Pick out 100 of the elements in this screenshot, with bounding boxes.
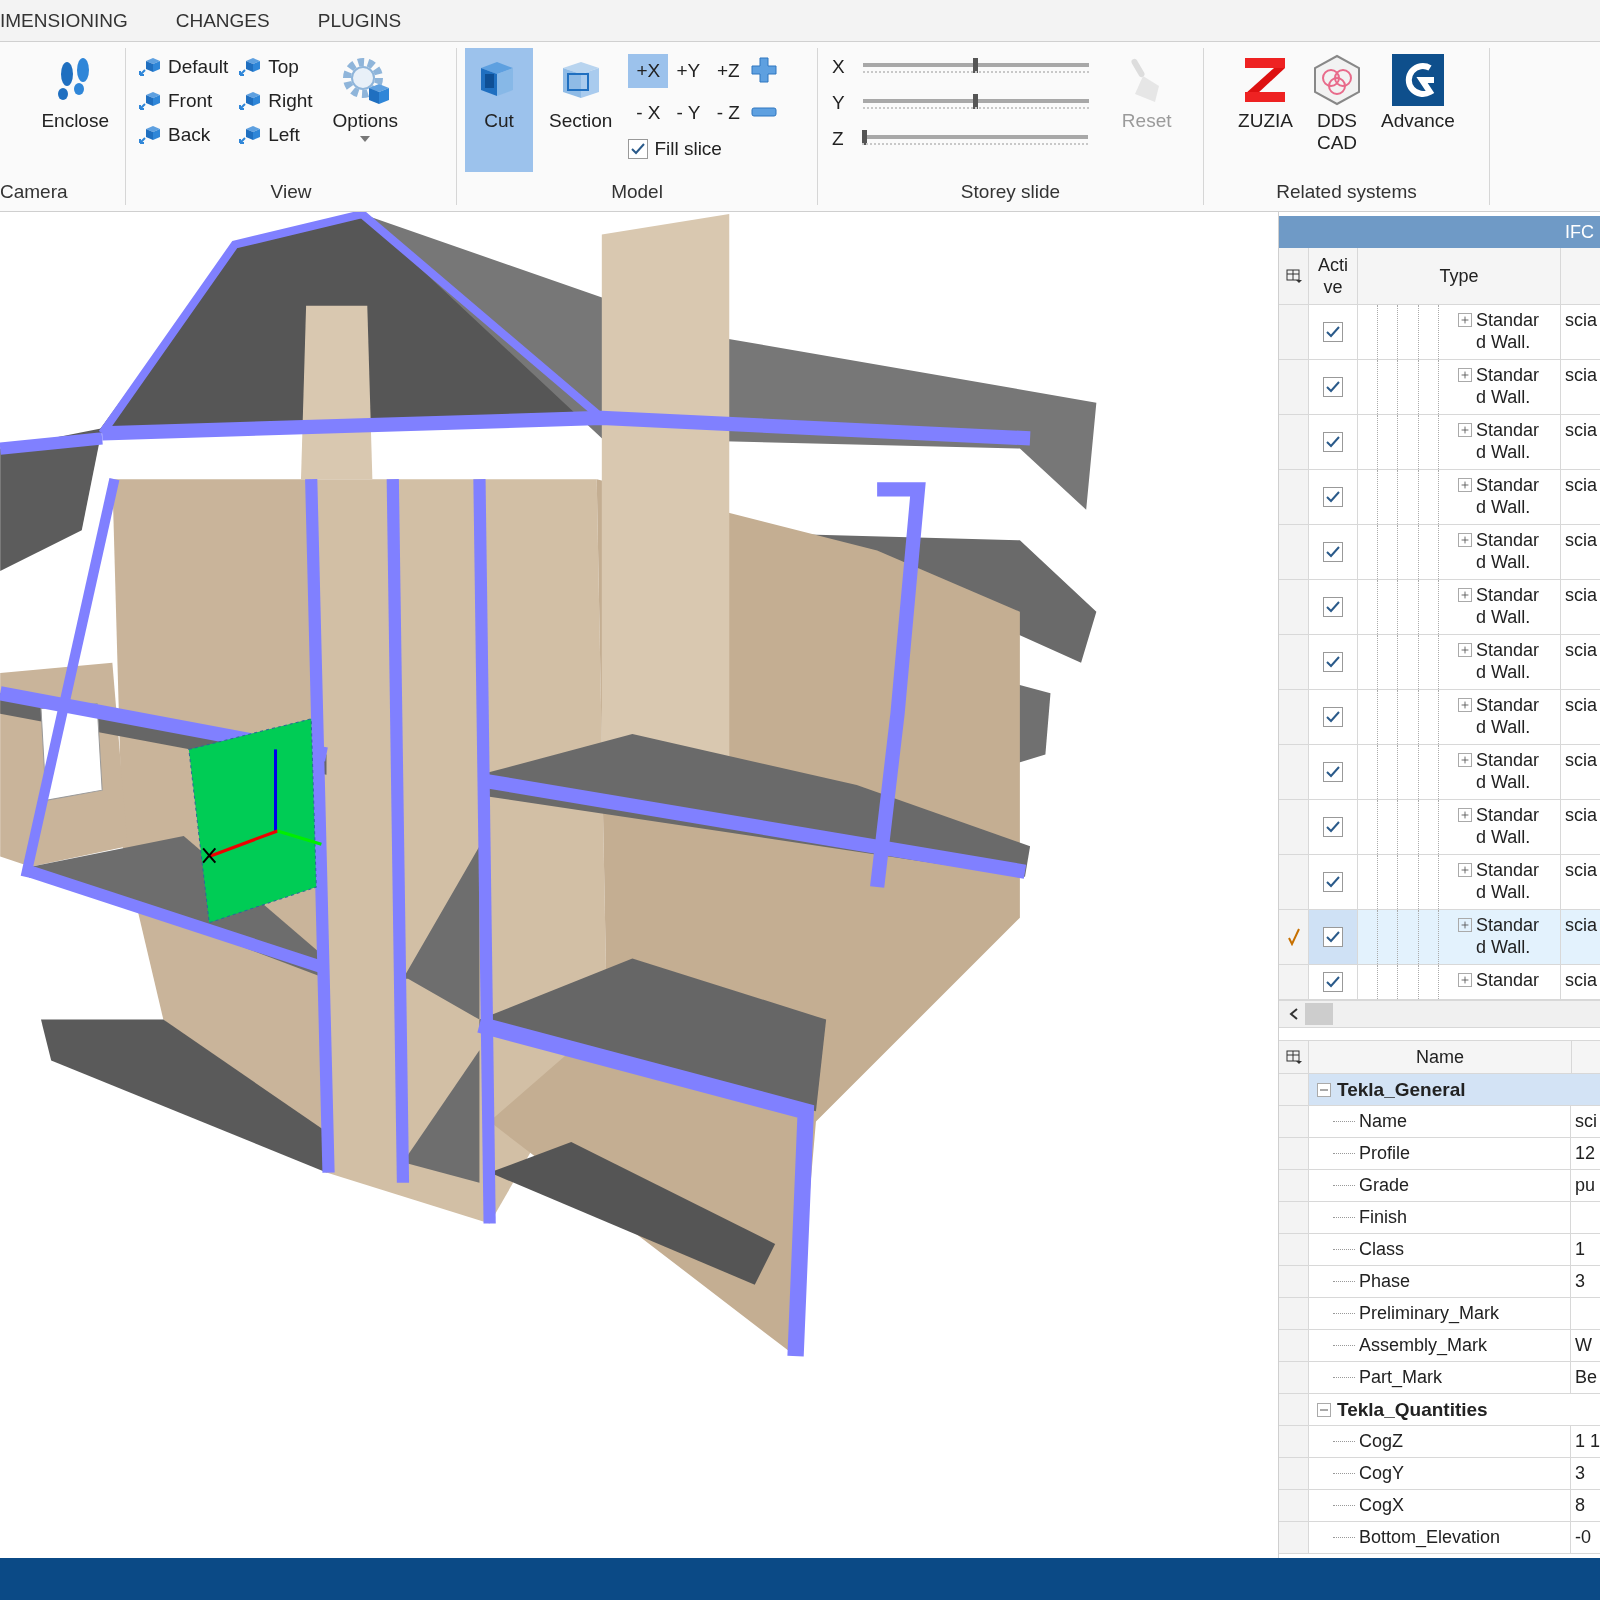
- property-value: 12: [1575, 1143, 1596, 1164]
- table-row[interactable]: Standard Wall. scia: [1279, 635, 1600, 690]
- active-checkbox[interactable]: [1323, 377, 1343, 397]
- cube-icon: [138, 55, 162, 79]
- table-cell-text: scia: [1564, 639, 1598, 662]
- menu-tab[interactable]: PLUGINS: [293, 9, 426, 32]
- table-row[interactable]: Standard Wall. scia: [1279, 745, 1600, 800]
- active-checkbox[interactable]: [1323, 597, 1343, 617]
- app-button[interactable]: DDS CAD: [1304, 48, 1369, 172]
- axis-label: X: [832, 56, 845, 78]
- fill-slice-checkbox[interactable]: [628, 139, 649, 159]
- table-row[interactable]: Standard Wall. scia: [1279, 305, 1600, 360]
- scrollbar-thumb[interactable]: [1305, 1003, 1333, 1025]
- active-checkbox[interactable]: [1323, 322, 1343, 342]
- property-name: CogX: [1359, 1495, 1405, 1516]
- expand-icon[interactable]: [1458, 423, 1472, 437]
- view-button[interactable]: Default: [134, 52, 233, 82]
- active-checkbox[interactable]: [1323, 487, 1343, 507]
- app-button[interactable]: Advance: [1372, 48, 1463, 172]
- view-button[interactable]: Back: [134, 120, 233, 150]
- active-checkbox[interactable]: [1323, 542, 1343, 562]
- property-name: Profile: [1359, 1143, 1411, 1164]
- axis-button[interactable]: +Y: [668, 54, 709, 88]
- logo-icon: [1391, 54, 1444, 106]
- expand-icon[interactable]: [1458, 313, 1472, 327]
- slider-thumb[interactable]: [973, 58, 979, 73]
- table-row[interactable]: Standard Wall. scia: [1279, 910, 1600, 965]
- expand-icon[interactable]: [1458, 753, 1472, 767]
- menu-tab[interactable]: IMENSIONING: [0, 9, 152, 32]
- expand-icon[interactable]: [1458, 588, 1472, 602]
- storey-slider[interactable]: [862, 94, 1089, 112]
- table-cell-text: scia: [1564, 859, 1598, 882]
- active-checkbox[interactable]: [1323, 972, 1343, 992]
- property-group[interactable]: Tekla_General: [1309, 1074, 1600, 1105]
- expand-icon[interactable]: [1458, 643, 1472, 657]
- enclose-button[interactable]: Enclose: [33, 48, 117, 172]
- storey-slider[interactable]: [862, 58, 1089, 76]
- view-button[interactable]: Left: [234, 120, 317, 150]
- axis-button[interactable]: - X: [628, 96, 669, 130]
- table-row[interactable]: Standard Wall. scia: [1279, 360, 1600, 415]
- table-cell-text: Standard Wall.: [1476, 474, 1541, 519]
- table-row[interactable]: Standard Wall. scia: [1279, 415, 1600, 470]
- table-row[interactable]: Standard Wall. scia: [1279, 580, 1600, 635]
- axis-button[interactable]: +X: [628, 54, 669, 88]
- property-name: Assembly_Mark: [1359, 1335, 1488, 1356]
- active-checkbox[interactable]: [1323, 432, 1343, 452]
- table-cell-text: scia: [1564, 474, 1598, 497]
- storey-slider[interactable]: [861, 130, 1088, 148]
- menu-tab[interactable]: CHANGES: [151, 9, 294, 32]
- table-row[interactable]: Standard Wall. scia: [1279, 800, 1600, 855]
- property-name: CogZ: [1359, 1431, 1403, 1452]
- expand-icon[interactable]: [1458, 368, 1472, 382]
- table-row[interactable]: Standard Wall. scia: [1279, 690, 1600, 745]
- plus-icon[interactable]: [749, 55, 780, 85]
- view-button[interactable]: Right: [234, 86, 317, 116]
- table-cell-text: Standard Wall.: [1476, 364, 1541, 409]
- axis-button[interactable]: - Y: [668, 96, 709, 130]
- view-button[interactable]: Front: [134, 86, 233, 116]
- section-button[interactable]: Section: [541, 48, 621, 172]
- options-button[interactable]: Options: [324, 48, 407, 172]
- cut-button[interactable]: Cut: [465, 48, 533, 172]
- expand-icon[interactable]: [1458, 478, 1472, 492]
- app-button[interactable]: ZUZIA: [1230, 48, 1301, 172]
- property-value: -0: [1575, 1527, 1591, 1548]
- view-button[interactable]: Top: [234, 52, 317, 82]
- active-checkbox[interactable]: [1323, 707, 1343, 727]
- table-row[interactable]: Standard Wall. scia: [1279, 470, 1600, 525]
- collapse-icon[interactable]: [1317, 1402, 1331, 1417]
- current-row-icon: [1287, 928, 1300, 946]
- expand-icon[interactable]: [1458, 698, 1472, 712]
- property-group[interactable]: Tekla_Quantities: [1309, 1394, 1600, 1425]
- column-header[interactable]: Name: [1416, 1046, 1464, 1068]
- table-cell-text: Standard Wall.: [1476, 859, 1541, 904]
- slider-thumb[interactable]: [973, 94, 979, 109]
- axis-button[interactable]: +Z: [708, 54, 749, 88]
- expand-icon[interactable]: [1458, 918, 1472, 932]
- expand-icon[interactable]: [1458, 808, 1472, 822]
- property-value: 1 1: [1575, 1431, 1600, 1452]
- table-cell-text: scia: [1564, 584, 1598, 607]
- expand-icon[interactable]: [1458, 533, 1472, 547]
- column-header[interactable]: Type: [1358, 248, 1560, 304]
- active-checkbox[interactable]: [1323, 817, 1343, 837]
- caret-icon: [360, 136, 371, 142]
- slider-thumb[interactable]: [861, 130, 867, 145]
- table-row[interactable]: Standard Wall. scia: [1279, 525, 1600, 580]
- column-chooser-icon[interactable]: [1285, 268, 1302, 284]
- active-checkbox[interactable]: [1323, 872, 1343, 892]
- active-checkbox[interactable]: [1323, 762, 1343, 782]
- axis-button[interactable]: - Z: [708, 96, 749, 130]
- active-checkbox[interactable]: [1323, 927, 1343, 947]
- horizontal-scrollbar[interactable]: [1279, 1000, 1600, 1028]
- table-cell-text: scia: [1564, 969, 1598, 992]
- table-cell-text: Standard Wall.: [1476, 749, 1541, 794]
- expand-icon[interactable]: [1458, 863, 1472, 877]
- property-name: Part_Mark: [1359, 1367, 1443, 1388]
- column-header[interactable]: Active: [1315, 254, 1351, 298]
- expand-icon[interactable]: [1458, 973, 1472, 987]
- collapse-icon[interactable]: [1317, 1082, 1331, 1097]
- column-chooser-icon[interactable]: [1285, 1049, 1302, 1065]
- active-checkbox[interactable]: [1323, 652, 1343, 672]
